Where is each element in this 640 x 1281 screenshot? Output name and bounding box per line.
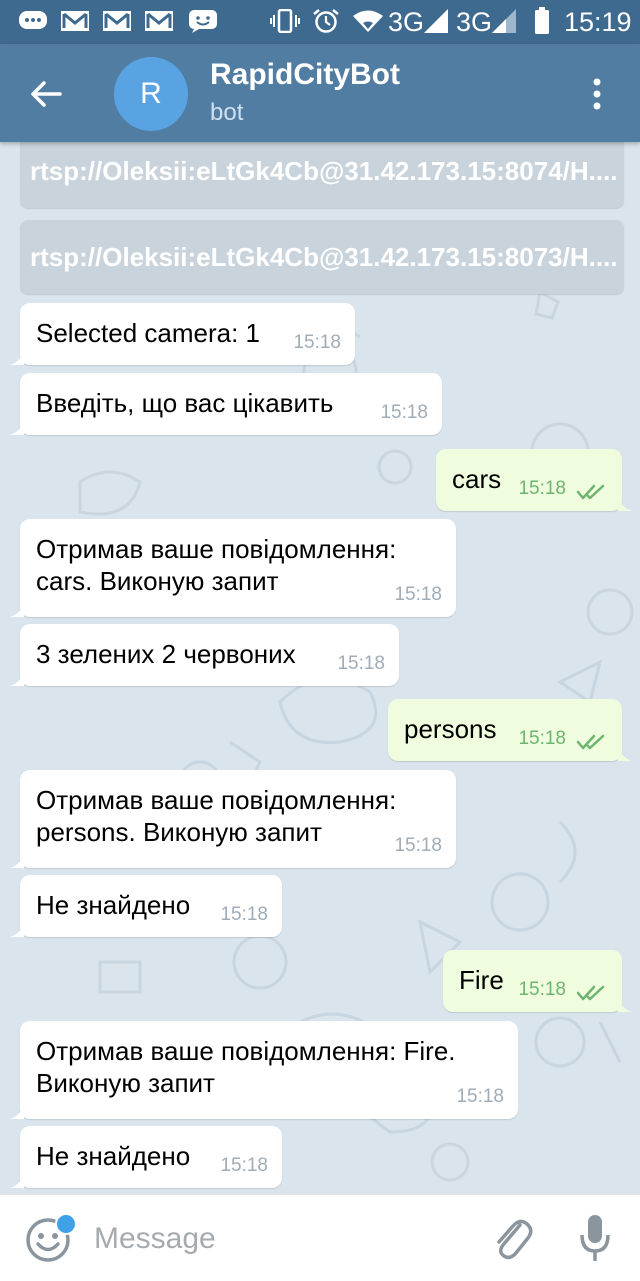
bubble-tail bbox=[10, 1172, 24, 1188]
alarm-icon bbox=[313, 9, 339, 33]
incoming-message-bubble[interactable]: Отримав ваше повідомлення: persons. Вико… bbox=[10, 770, 456, 868]
message-time: 15:18 bbox=[518, 478, 566, 499]
attach-icon[interactable] bbox=[490, 1213, 534, 1263]
message-time: 15:18 bbox=[293, 332, 341, 353]
chat-subtitle: bot bbox=[210, 99, 244, 126]
message-text: cars bbox=[452, 464, 502, 494]
message-text: 3 зелених 2 червоних bbox=[36, 639, 296, 669]
read-checkmarks-icon bbox=[576, 734, 605, 750]
read-checkmarks-icon bbox=[576, 985, 605, 1001]
message-text: Введіть, що вас цікавить bbox=[36, 388, 334, 418]
message-text: Отримав ваше повідомлення: Fire. Виконую… bbox=[36, 1036, 456, 1098]
incoming-message-bubble[interactable]: 3 зелених 2 червоних 15:18 bbox=[10, 624, 399, 686]
avatar[interactable]: R bbox=[114, 57, 188, 131]
message-text: Не знайдено bbox=[36, 890, 191, 920]
message-icon bbox=[189, 10, 217, 33]
bubble-tail bbox=[10, 852, 24, 868]
chat-header: R RapidCityBot bot bbox=[0, 44, 640, 142]
vibrate-icon bbox=[270, 9, 300, 33]
battery-icon bbox=[535, 7, 549, 34]
bubble-tail bbox=[10, 601, 24, 617]
message-time: 15:18 bbox=[518, 979, 566, 1000]
message-text: persons bbox=[404, 714, 497, 744]
back-arrow-icon[interactable] bbox=[26, 74, 66, 114]
gmail-icon bbox=[61, 11, 89, 31]
message-text: rtsp://Oleksii:eLtGk4Cb@31.42.173.15:807… bbox=[30, 242, 618, 272]
incoming-message-bubble[interactable]: Не знайдено 15:18 bbox=[10, 1126, 282, 1188]
wifi-icon bbox=[353, 10, 383, 32]
message-time: 15:18 bbox=[456, 1086, 504, 1107]
signal-icon bbox=[492, 9, 516, 33]
gmail-icon bbox=[103, 11, 131, 31]
bubble-tail bbox=[10, 419, 24, 435]
message-input[interactable] bbox=[92, 1215, 456, 1263]
message-text: rtsp://Oleksii:eLtGk4Cb@31.42.173.15:807… bbox=[30, 156, 618, 186]
more-options-icon[interactable] bbox=[584, 74, 610, 114]
signal-icon bbox=[424, 9, 448, 33]
incoming-message-bubble[interactable]: Отримав ваше повідомлення: Fire. Виконую… bbox=[10, 1021, 518, 1119]
message-input-bar bbox=[0, 1194, 640, 1281]
message-time: 15:18 bbox=[518, 728, 566, 749]
chat-bubble-icon bbox=[19, 11, 47, 29]
bubble-tail bbox=[10, 670, 24, 686]
network-type: 3G bbox=[456, 7, 493, 37]
message-list[interactable]: rtsp://Oleksii:eLtGk4Cb@31.42.173.15:807… bbox=[0, 142, 640, 1194]
outgoing-message-bubble[interactable]: cars 15:18 bbox=[436, 449, 632, 511]
message-text: Selected camera: 1 bbox=[36, 318, 261, 348]
gmail-icon bbox=[145, 11, 173, 31]
message-text: Отримав ваше повідомлення: cars. Виконую… bbox=[36, 534, 397, 596]
incoming-message-bubble[interactable]: Введіть, що вас цікавить 15:18 bbox=[10, 373, 442, 435]
bubble-tail bbox=[618, 996, 632, 1012]
url-message-bubble[interactable]: rtsp://Oleksii:eLtGk4Cb@31.42.173.15:807… bbox=[20, 142, 624, 208]
incoming-message-bubble[interactable]: Не знайдено 15:18 bbox=[10, 875, 282, 937]
read-checkmarks-icon bbox=[576, 484, 605, 500]
emoji-notification-dot bbox=[55, 1213, 77, 1235]
status-time: 15:19 bbox=[564, 7, 632, 37]
message-time: 15:18 bbox=[220, 904, 268, 925]
message-text: Не знайдено bbox=[36, 1141, 191, 1171]
message-time: 15:18 bbox=[394, 835, 442, 856]
bubble-tail bbox=[10, 921, 24, 937]
outgoing-message-bubble[interactable]: Fire 15:18 bbox=[443, 950, 632, 1012]
outgoing-message-bubble[interactable]: persons 15:18 bbox=[388, 699, 632, 761]
incoming-message-bubble[interactable]: Отримав ваше повідомлення: cars. Виконую… bbox=[10, 519, 456, 617]
message-time: 15:18 bbox=[394, 584, 442, 605]
bubble-tail bbox=[618, 495, 632, 511]
url-message-bubble[interactable]: rtsp://Oleksii:eLtGk4Cb@31.42.173.15:807… bbox=[20, 220, 624, 294]
bubble-tail bbox=[10, 1103, 24, 1119]
message-time: 15:18 bbox=[337, 653, 385, 674]
incoming-message-bubble[interactable]: Selected camera: 1 15:18 bbox=[10, 303, 355, 365]
bubble-tail bbox=[10, 349, 24, 365]
message-text: Отримав ваше повідомлення: persons. Вико… bbox=[36, 785, 397, 847]
status-bar: 3G 3G 15:19 bbox=[0, 0, 640, 44]
message-time: 15:18 bbox=[220, 1155, 268, 1176]
network-type: 3G bbox=[388, 7, 425, 37]
microphone-icon[interactable] bbox=[578, 1213, 612, 1263]
message-text: Fire bbox=[459, 965, 504, 995]
chat-title[interactable]: RapidCityBot bbox=[210, 58, 400, 92]
message-time: 15:18 bbox=[380, 402, 428, 423]
bubble-tail bbox=[618, 745, 632, 761]
